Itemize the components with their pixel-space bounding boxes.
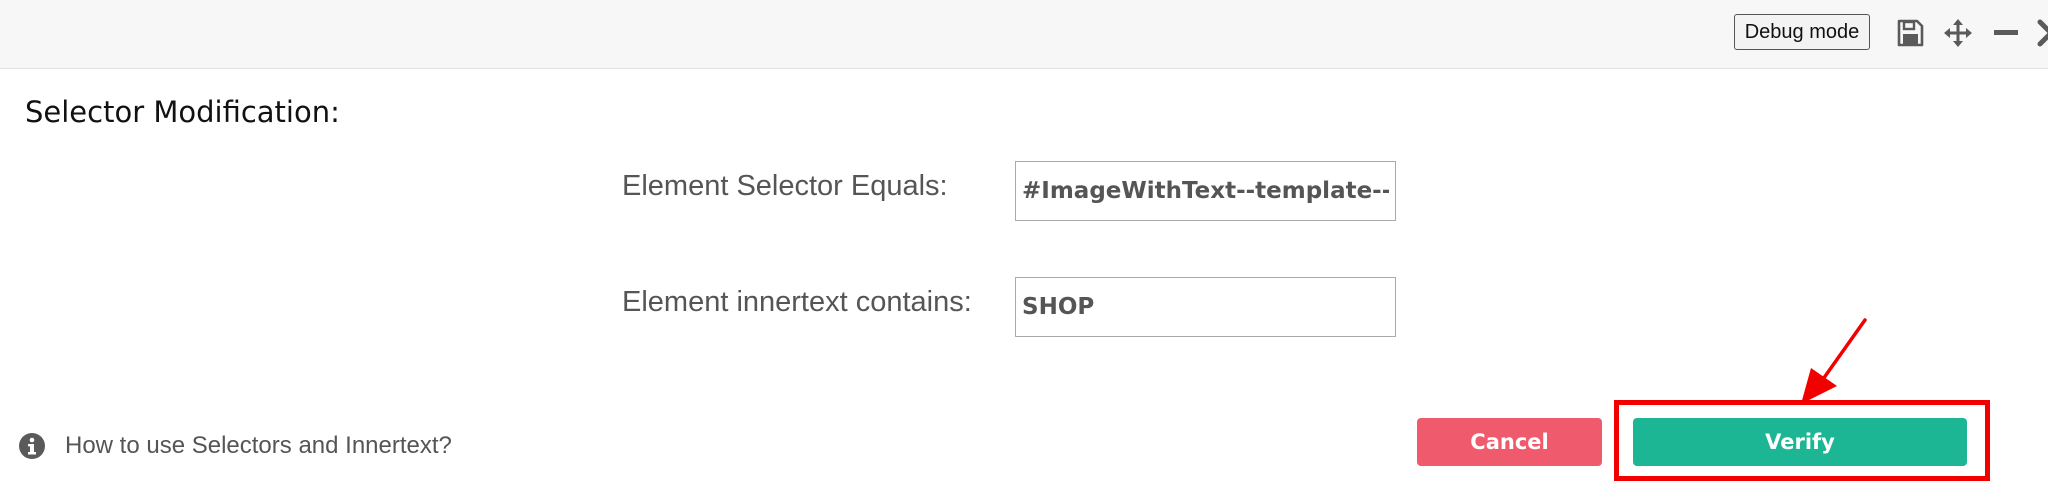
page-title: Selector Modification: xyxy=(25,95,340,129)
selector-label: Element Selector Equals: xyxy=(622,170,948,202)
debug-mode-button[interactable]: Debug mode xyxy=(1734,14,1870,50)
selector-input[interactable] xyxy=(1015,161,1396,221)
close-icon[interactable] xyxy=(2036,18,2048,48)
move-icon[interactable] xyxy=(1943,18,1973,48)
pointer-arrow-icon xyxy=(1795,318,1867,406)
selector-modification-panel: Debug mode Selector Modification: Elemen… xyxy=(0,0,2048,491)
help-link[interactable]: How to use Selectors and Innertext? xyxy=(18,432,452,460)
minimize-icon[interactable] xyxy=(1991,18,2021,48)
help-link-text: How to use Selectors and Innertext? xyxy=(65,432,452,459)
info-icon xyxy=(18,432,46,460)
innertext-input[interactable] xyxy=(1015,277,1396,337)
verify-button[interactable]: Verify xyxy=(1633,418,1967,466)
top-toolbar: Debug mode xyxy=(0,0,2048,69)
cancel-button[interactable]: Cancel xyxy=(1417,418,1602,466)
innertext-label: Element innertext contains: xyxy=(622,286,972,318)
save-icon[interactable] xyxy=(1895,18,1925,48)
